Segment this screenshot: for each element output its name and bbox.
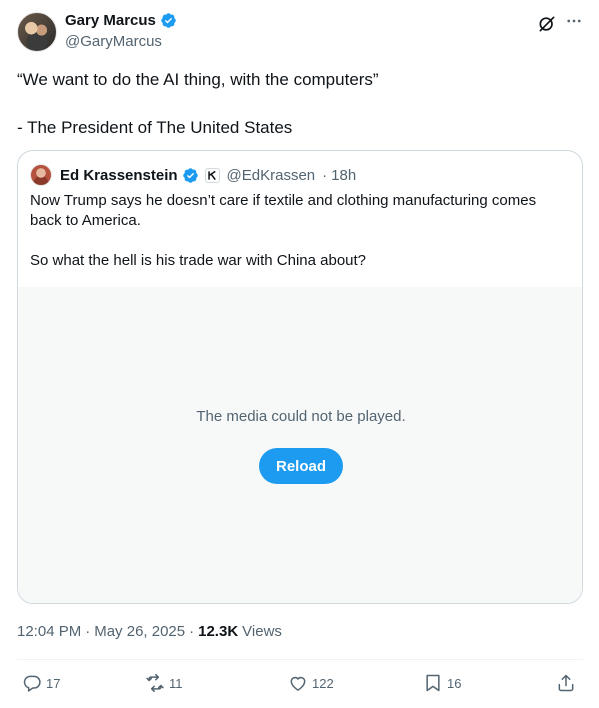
retweet-count: 11: [169, 675, 183, 691]
share-icon: [558, 674, 574, 692]
quoted-author-name[interactable]: Ed Krassenstein: [60, 167, 178, 184]
author-name-row: Gary Marcus: [65, 12, 177, 29]
verified-badge-icon: [182, 167, 198, 183]
verified-badge-icon: [161, 13, 176, 28]
tweet-text: “We want to do the AI thing, with the co…: [17, 70, 379, 137]
like-icon: [290, 676, 306, 691]
like-count: 122: [312, 675, 334, 691]
quoted-time[interactable]: 18h: [331, 167, 356, 184]
action-bar: 17 11 122 16: [17, 660, 583, 708]
meta-separator: ·: [189, 623, 195, 640]
views-count: 12.3K: [198, 623, 239, 640]
quoted-author-avatar[interactable]: [30, 164, 52, 186]
tweet-date[interactable]: May 26, 2025: [94, 623, 185, 640]
reply-button[interactable]: 17: [22, 673, 60, 693]
views-label: Views: [242, 623, 282, 640]
like-button[interactable]: 122: [288, 673, 334, 693]
quoted-tweet[interactable]: Ed Krassenstein @EdKrassen · 18h Now Tru…: [17, 150, 583, 604]
affiliate-badge-icon[interactable]: [204, 167, 220, 183]
author-handle[interactable]: @GaryMarcus: [65, 33, 162, 50]
media-error-message: The media could not be played.: [196, 408, 406, 425]
quoted-author-handle: @EdKrassen: [226, 166, 316, 184]
reload-button[interactable]: Reload: [259, 448, 343, 484]
more-icon[interactable]: [565, 12, 583, 32]
bookmark-button[interactable]: 16: [423, 673, 461, 693]
bookmark-count: 16: [447, 675, 462, 691]
share-button[interactable]: [556, 673, 576, 693]
meta-separator: ·: [85, 623, 91, 640]
tweet-time[interactable]: 12:04 PM: [17, 623, 81, 640]
author-name[interactable]: Gary Marcus: [65, 12, 156, 29]
quoted-separator: ·: [322, 166, 328, 184]
retweet-button[interactable]: 11: [145, 673, 183, 693]
grok-icon[interactable]: [537, 14, 557, 34]
tweet-header: Gary Marcus @GaryMarcus: [0, 0, 599, 62]
quoted-tweet-header: Ed Krassenstein @EdKrassen · 18h: [30, 164, 356, 186]
reply-count: 17: [46, 675, 61, 691]
retweet-icon: [146, 673, 164, 693]
tweet-meta: 12:04 PM · May 26, 2025 · 12.3K Views: [17, 623, 282, 640]
author-avatar[interactable]: [17, 12, 57, 52]
quoted-tweet-text: Now Trump says he doesn’t care if textil…: [30, 192, 537, 269]
reply-icon: [23, 675, 41, 692]
bookmark-icon: [426, 674, 440, 692]
media-player[interactable]: The media could not be played. Reload: [18, 287, 582, 603]
